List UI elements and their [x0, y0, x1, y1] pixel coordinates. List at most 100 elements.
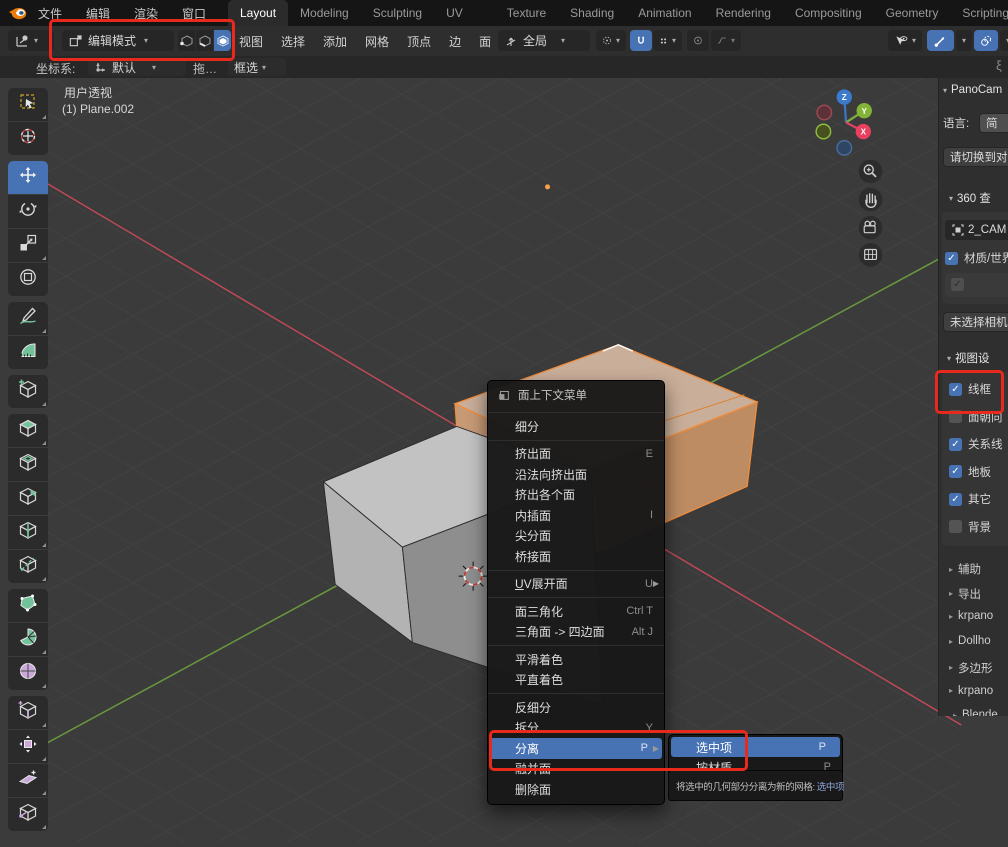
menu-视图[interactable]: 视图: [230, 33, 272, 50]
material-world-checkbox[interactable]: ✓材质/世界: [945, 250, 1008, 266]
tab-rendering[interactable]: Rendering: [704, 0, 783, 26]
transform-orientation-dropdown[interactable]: 默认▾: [88, 58, 186, 76]
menu-item-尖分面[interactable]: 尖分面: [490, 526, 662, 547]
menu-item-面三角化[interactable]: 面三角化Ctrl T: [490, 601, 662, 622]
menu-item-平滑着色[interactable]: 平滑着色: [490, 649, 662, 670]
gizmo-dropdown[interactable]: ▾: [956, 30, 972, 51]
tab-animation[interactable]: Animation: [626, 0, 703, 26]
collapsed-section-Dollho[interactable]: ▸Dollho: [949, 635, 991, 647]
menu-item-桥接面[interactable]: 桥接面: [490, 546, 662, 567]
tab-scripting[interactable]: Scripting: [950, 0, 1008, 26]
tab-compositing[interactable]: Compositing: [783, 0, 874, 26]
camera-selector[interactable]: 2_CAM: [945, 220, 1008, 240]
menu-item-分离[interactable]: 分离P▶: [490, 738, 662, 759]
topbar-menu-文件[interactable]: 文件: [26, 5, 74, 22]
collapsed-section-krpano[interactable]: ▸krpano: [949, 685, 993, 697]
menu-item-内插面[interactable]: 内插面I: [490, 505, 662, 526]
orientation-dropdown[interactable]: 全局▾: [498, 30, 590, 51]
tool-select-box[interactable]: [8, 88, 48, 121]
tab-shading[interactable]: Shading: [558, 0, 626, 26]
overlays-dropdown[interactable]: ▾: [1000, 30, 1008, 51]
tool-poly-build[interactable]: [8, 589, 48, 622]
tool-spin[interactable]: [8, 623, 48, 656]
submenu-item-选中项[interactable]: 选中项P: [671, 737, 840, 757]
menu-item-融并面[interactable]: 融并面: [490, 759, 662, 780]
collapsed-section-多边形[interactable]: ▸多边形: [949, 660, 993, 676]
tool-shear[interactable]: [8, 764, 48, 797]
view-option-线框[interactable]: ✓线框: [949, 381, 991, 397]
editor-corner-icon[interactable]: ξ: [996, 58, 1002, 73]
section-view-settings[interactable]: ▾视图设: [947, 350, 990, 366]
menu-选择[interactable]: 选择: [272, 33, 314, 50]
tool-smooth[interactable]: [8, 657, 48, 690]
view-option-其它[interactable]: ✓其它: [949, 491, 991, 507]
blender-logo-icon[interactable]: [8, 5, 27, 26]
drag-label[interactable]: 拖…: [193, 60, 217, 77]
tab-modeling[interactable]: Modeling: [288, 0, 361, 26]
menu-边[interactable]: 边: [440, 33, 470, 50]
tool-knife[interactable]: [8, 550, 48, 583]
tool-extrude-region[interactable]: [8, 414, 48, 447]
menu-item-沿法向挤出面[interactable]: 沿法向挤出面: [490, 464, 662, 485]
tool-rip-region[interactable]: [8, 798, 48, 831]
tool-loop-cut[interactable]: [8, 516, 48, 549]
proportional-editing-toggle[interactable]: [687, 30, 709, 51]
tab-geometry-nodes[interactable]: Geometry Nodes: [874, 0, 951, 26]
collapsed-section-导出[interactable]: ▸导出: [949, 586, 981, 602]
tool-bevel[interactable]: [8, 482, 48, 515]
tool-scale[interactable]: [8, 229, 48, 262]
tab-layout[interactable]: Layout: [228, 0, 288, 26]
section-360[interactable]: ▾360 查: [949, 190, 991, 206]
tool-add-cube[interactable]: [8, 375, 48, 408]
menu-网格[interactable]: 网格: [356, 33, 398, 50]
menu-顶点[interactable]: 顶点: [398, 33, 440, 50]
view-option-关系线[interactable]: ✓关系线: [949, 436, 1003, 452]
tool-cursor[interactable]: [8, 122, 48, 155]
select-mode-face-select[interactable]: [214, 30, 231, 51]
menu-item-挤出各个面[interactable]: 挤出各个面: [490, 485, 662, 506]
view-option-背景[interactable]: 背景: [949, 519, 991, 535]
view-option-面朝向[interactable]: 面朝向: [949, 409, 1003, 425]
panel-title[interactable]: ▾PanoCam: [943, 84, 1002, 96]
gizmo-toggle[interactable]: [927, 30, 954, 51]
select-mode-vertex-select[interactable]: [178, 30, 195, 51]
falloff-dropdown[interactable]: ▾: [711, 30, 741, 51]
mode-dropdown[interactable]: 编辑模式▾: [62, 30, 174, 51]
tool-shrink-fatten[interactable]: [8, 730, 48, 763]
language-dropdown[interactable]: 简: [979, 113, 1008, 133]
menu-item-反细分[interactable]: 反细分: [490, 697, 662, 718]
menu-item-细分[interactable]: 细分: [490, 416, 662, 437]
select-mode-dropdown[interactable]: 框选▾: [228, 58, 286, 76]
gizmo-visibility-dropdown[interactable]: ▾: [888, 30, 922, 51]
select-mode-edge-select[interactable]: [196, 30, 213, 51]
menu-item-三角面 -> 四边面[interactable]: 三角面 -> 四边面Alt J: [490, 622, 662, 643]
topbar-menu-窗口[interactable]: 窗口: [170, 5, 218, 22]
tool-annotate[interactable]: [8, 302, 48, 335]
menu-item-平直着色[interactable]: 平直着色: [490, 670, 662, 691]
topbar-menu-编辑[interactable]: 编辑: [74, 5, 122, 22]
tab-sculpting[interactable]: Sculpting: [361, 0, 434, 26]
overlays-toggle[interactable]: [974, 30, 998, 51]
switch-notice-button[interactable]: 请切换到对: [943, 147, 1008, 167]
editor-type-selector[interactable]: ▾: [8, 30, 54, 51]
collapsed-section-Blende[interactable]: ▸Blende: [953, 709, 998, 716]
collapsed-section-krpano[interactable]: ▸krpano: [949, 610, 993, 622]
tool-edge-slide[interactable]: [8, 696, 48, 729]
collapsed-section-辅助[interactable]: ▸辅助: [949, 561, 981, 577]
pivot-point-dropdown[interactable]: ▾: [596, 30, 626, 51]
tool-move[interactable]: [8, 161, 48, 194]
tab-uv-editing[interactable]: UV Editing: [434, 0, 495, 26]
no-camera-button[interactable]: 未选择相机: [943, 312, 1008, 332]
tool-inset-faces[interactable]: [8, 448, 48, 481]
tab-texture-paint[interactable]: Texture Paint: [495, 0, 558, 26]
menu-item-UV展开面[interactable]: UV展开面U▶: [490, 574, 662, 595]
tool-measure[interactable]: [8, 336, 48, 369]
menu-添加[interactable]: 添加: [314, 33, 356, 50]
view-option-地板[interactable]: ✓地板: [949, 464, 991, 480]
snap-toggle[interactable]: [630, 30, 652, 51]
snap-elements-dropdown[interactable]: ▾: [653, 30, 682, 51]
tool-rotate[interactable]: [8, 195, 48, 228]
menu-item-挤出面[interactable]: 挤出面E: [490, 444, 662, 465]
tool-transform[interactable]: [8, 263, 48, 296]
menu-item-拆分[interactable]: 拆分Y: [490, 718, 662, 739]
